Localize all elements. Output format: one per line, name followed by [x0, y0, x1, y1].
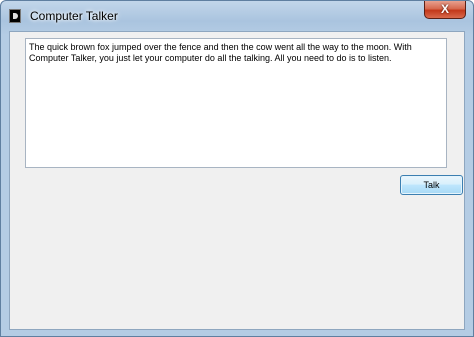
- speech-text-input[interactable]: The quick brown fox jumped over the fenc…: [25, 38, 447, 168]
- close-button[interactable]: X: [424, 1, 466, 19]
- app-icon[interactable]: [9, 9, 21, 23]
- close-icon: X: [440, 2, 449, 16]
- app-window: Computer Talker X The quick brown fox ju…: [0, 0, 474, 337]
- title-bar[interactable]: Computer Talker X: [1, 1, 473, 31]
- client-area: The quick brown fox jumped over the fenc…: [9, 31, 465, 330]
- talk-button[interactable]: Talk: [400, 175, 463, 195]
- window-title: Computer Talker: [30, 9, 118, 23]
